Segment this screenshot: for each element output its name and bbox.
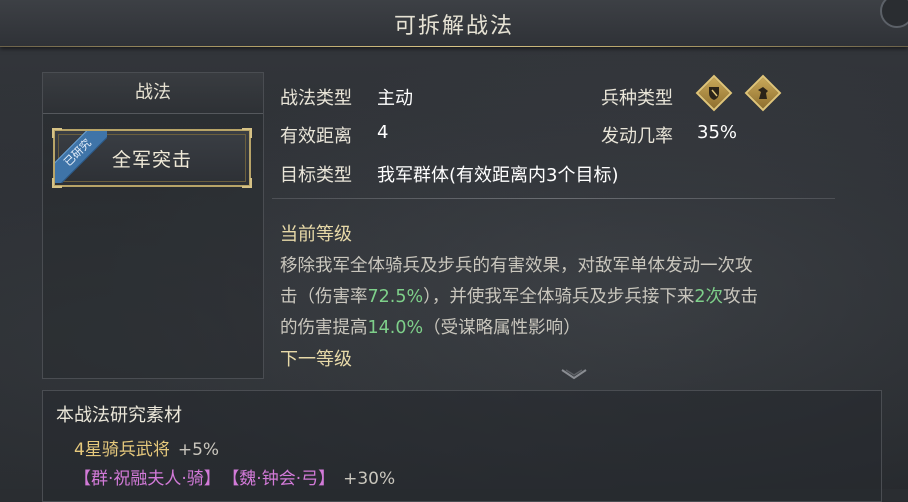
corner-ornament-icon (242, 178, 252, 188)
target-type-label: 目标类型 (280, 165, 352, 186)
desc-line-1: 移除我军全体骑兵及步兵的有害效果，对敌军单体发动一次攻 (280, 256, 753, 276)
skill-type-label: 战法类型 (280, 88, 352, 109)
range-value: 4 (377, 122, 389, 143)
desc-text: 击（伤害率 (280, 287, 368, 307)
skill-type-value: 主动 (377, 88, 413, 109)
material-general-link[interactable]: 【魏·钟会·弓】 (231, 469, 335, 489)
desc-line-3: 的伤害提高14.0%（受谋略属性影响） (280, 313, 870, 344)
title-bar: 可拆解战法 (0, 0, 908, 47)
title-divider (0, 46, 908, 47)
trigger-rate-value: 35% (697, 122, 738, 143)
desc-text: 攻击 (722, 287, 758, 307)
current-level-title: 当前等级 (280, 224, 352, 245)
material-general-link[interactable]: 【群·祝融夫人·骑】 (74, 469, 221, 489)
material-general-type: 4星骑兵武将 (74, 440, 170, 460)
attack-count-value: 2次 (694, 287, 723, 307)
desc-text: （受谋略属性影响） (423, 318, 581, 338)
material-bonus: +30% (343, 469, 396, 489)
material-bonus: +5% (177, 440, 220, 460)
page-title: 可拆解战法 (393, 14, 514, 39)
next-level-title: 下一等级 (280, 349, 352, 370)
skill-list-panel: 战法 已研究 全军突击 (42, 72, 264, 379)
damage-rate-value: 72.5% (367, 287, 424, 307)
skill-card-selected[interactable]: 已研究 全军突击 (52, 128, 252, 188)
materials-title: 本战法研究素材 (56, 405, 182, 426)
material-row: 【群·祝融夫人·骑】 【魏·钟会·弓】 +30% (74, 464, 395, 489)
section-divider (272, 198, 835, 199)
damage-boost-value: 14.0% (367, 318, 424, 338)
desc-text: ），并使我军全体骑兵及步兵接下来 (423, 287, 695, 307)
current-level-description: 移除我军全体骑兵及步兵的有害效果，对敌军单体发动一次攻 击（伤害率72.5%），… (280, 251, 870, 344)
skill-name: 全军突击 (111, 149, 192, 171)
range-label: 有效距离 (280, 126, 352, 147)
target-type-value: 我军群体(有效距离内3个目标) (377, 165, 619, 186)
trigger-rate-label: 发动几率 (601, 126, 673, 147)
material-row: 4星骑兵武将 +5% (74, 435, 219, 460)
corner-ornament-icon (242, 128, 252, 138)
skill-list-header: 战法 (43, 73, 263, 114)
desc-text: 的伤害提高 (280, 318, 368, 338)
troop-type-label: 兵种类型 (601, 88, 673, 109)
chevron-down-icon[interactable] (560, 368, 588, 382)
desc-line-2: 击（伤害率72.5%），并使我军全体骑兵及步兵接下来2次攻击 (280, 282, 870, 313)
